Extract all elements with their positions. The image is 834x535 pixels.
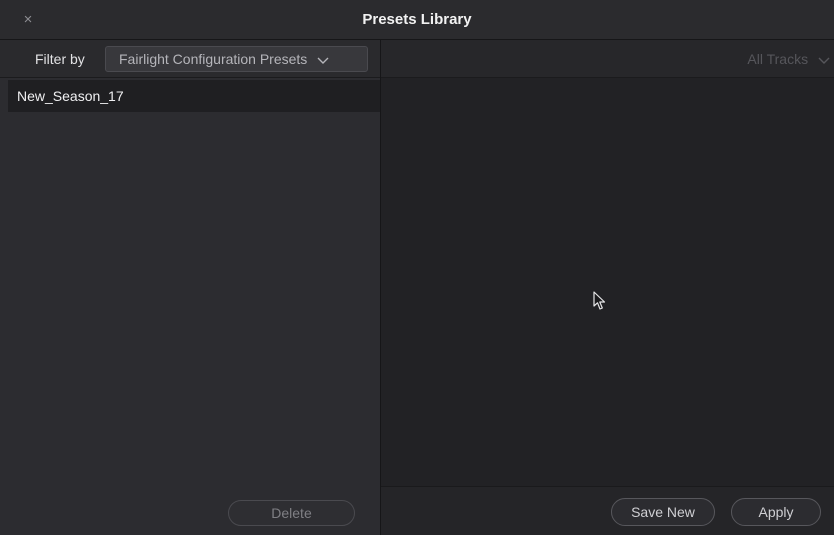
preset-list: New_Season_17 [8, 80, 380, 112]
presets-list-panel: Filter by Fairlight Configuration Preset… [0, 40, 381, 535]
title-bar: × Presets Library [0, 0, 834, 40]
right-footer: Save New Apply [381, 486, 834, 535]
preset-name: New_Season_17 [17, 88, 124, 104]
delete-button[interactable]: Delete [228, 500, 355, 526]
tracks-header: All Tracks [381, 40, 834, 78]
list-item[interactable]: New_Season_17 [8, 80, 380, 112]
filter-dropdown[interactable]: Fairlight Configuration Presets [105, 46, 368, 72]
filter-bar: Filter by Fairlight Configuration Preset… [0, 40, 380, 78]
window-title: Presets Library [362, 11, 472, 28]
chevron-down-icon [317, 48, 329, 72]
chevron-down-icon [818, 41, 830, 79]
save-new-button[interactable]: Save New [611, 498, 715, 526]
filter-dropdown-value: Fairlight Configuration Presets [119, 51, 308, 67]
preset-preview-area[interactable] [381, 78, 834, 486]
left-footer: Delete [0, 489, 380, 535]
apply-button[interactable]: Apply [731, 498, 821, 526]
mouse-pointer-icon [593, 291, 607, 316]
tracks-dropdown-value: All Tracks [747, 51, 809, 67]
filter-label: Filter by [35, 51, 85, 67]
presets-library-window: × Presets Library Filter by Fairlight Co… [0, 0, 834, 535]
preset-details-panel: All Tracks Save New Apply [381, 40, 834, 535]
tracks-dropdown[interactable]: All Tracks [747, 40, 830, 78]
